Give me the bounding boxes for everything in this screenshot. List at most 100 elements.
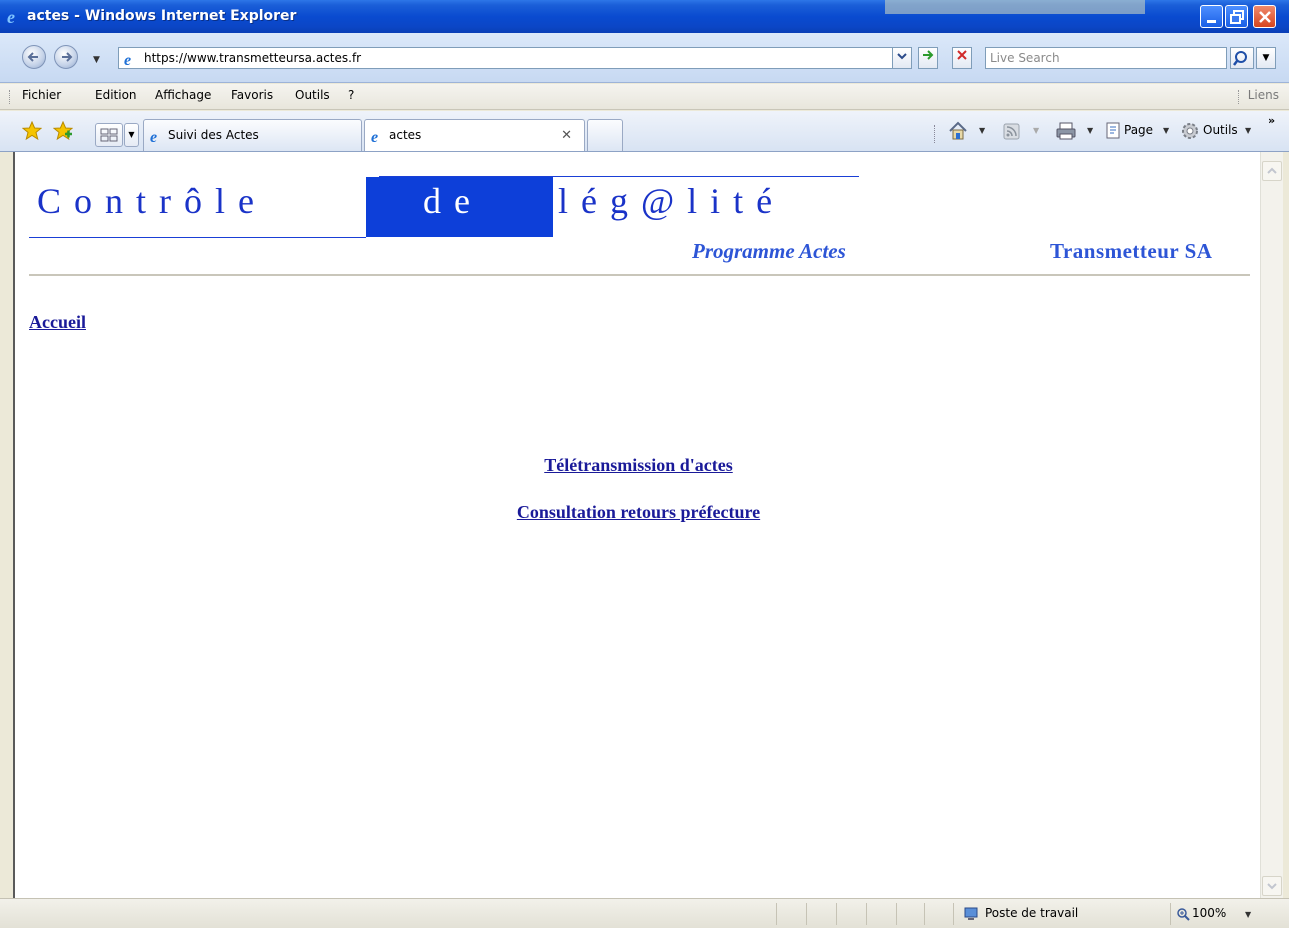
security-zone-label: Poste de travail (985, 906, 1079, 920)
status-separator (1170, 903, 1171, 925)
tab-bar: ▼ e Suivi des Actes e actes ✕ ▼ ▼ ▼ Page… (0, 111, 1289, 152)
stop-button[interactable] (952, 47, 972, 69)
menu-affichage[interactable]: Affichage (155, 88, 211, 102)
tools-menu-button[interactable]: Outils (1203, 123, 1238, 137)
chevron-down-icon (897, 53, 907, 60)
quick-tabs-icon (100, 128, 118, 142)
company-name: Transmetteur SA (1050, 239, 1213, 263)
chevron-down-icon (1267, 883, 1277, 890)
status-separator (866, 903, 867, 925)
search-options-dropdown[interactable]: ▼ (1256, 47, 1276, 69)
search-input[interactable]: Live Search (985, 47, 1227, 69)
status-separator (953, 903, 954, 925)
command-grip (934, 125, 935, 143)
tab-suivi-des-actes[interactable]: e Suivi des Actes (143, 119, 362, 151)
add-favorite-icon[interactable] (53, 121, 73, 141)
svg-text:e: e (124, 52, 131, 67)
menu-edition[interactable]: Edition (95, 88, 137, 102)
status-separator (806, 903, 807, 925)
consultation-link[interactable]: Consultation retours préfecture (517, 502, 760, 522)
banner-line (29, 237, 366, 238)
home-icon[interactable] (947, 120, 969, 142)
tools-dropdown[interactable]: ▼ (1245, 126, 1251, 135)
links-grip (1238, 90, 1240, 104)
page-content: Contrôle de lég@lité Programme Actes Tra… (13, 152, 1260, 898)
tab-actes[interactable]: e actes ✕ (364, 119, 585, 151)
computer-zone-icon (964, 907, 978, 920)
program-name: Programme Actes (692, 239, 846, 263)
scroll-down-button[interactable] (1262, 876, 1282, 896)
svg-text:e: e (371, 129, 378, 144)
menu-fichier[interactable]: Fichier (22, 88, 61, 102)
ie-logo-icon: e (6, 7, 24, 30)
go-button[interactable] (918, 47, 938, 69)
stop-icon (957, 50, 967, 60)
header-divider (29, 274, 1250, 276)
home-dropdown[interactable]: ▼ (979, 126, 985, 135)
status-separator (924, 903, 925, 925)
menu-grip (9, 90, 11, 104)
address-toolbar: ▼ e https://www.transmetteursa.actes.fr … (0, 33, 1289, 83)
window-frame (1283, 152, 1289, 898)
tab-label: actes (389, 128, 422, 142)
new-tab-button[interactable] (587, 119, 623, 151)
address-field[interactable]: e https://www.transmetteursa.actes.fr (118, 47, 910, 69)
go-arrow-icon (923, 50, 934, 60)
consultation-link-row: Consultation retours préfecture (15, 502, 1262, 523)
scroll-up-button[interactable] (1262, 161, 1282, 181)
page-ie-icon: e (123, 51, 139, 71)
home-link[interactable]: Accueil (29, 312, 86, 333)
tab-ie-icon: e (370, 128, 386, 147)
zoom-dropdown[interactable]: ▼ (1245, 910, 1251, 919)
menu-favoris[interactable]: Favoris (231, 88, 273, 102)
status-separator (896, 903, 897, 925)
url-text[interactable]: https://www.transmetteursa.actes.fr (144, 51, 361, 65)
status-separator (776, 903, 777, 925)
menu-bar: Fichier Edition Affichage Favoris Outils… (0, 84, 1289, 110)
zoom-icon (1177, 908, 1190, 921)
tab-label: Suivi des Actes (168, 128, 259, 142)
zoom-level-button[interactable]: 100% (1192, 906, 1226, 920)
vertical-scrollbar[interactable] (1260, 152, 1283, 898)
tab-list-dropdown[interactable]: ▼ (124, 123, 139, 147)
forward-arrow-icon (62, 52, 73, 62)
background-strip (885, 0, 1145, 14)
status-separator (836, 903, 837, 925)
banner-word-legalite: lég@lité (558, 181, 786, 221)
search-icon (1233, 51, 1247, 66)
minimize-button[interactable] (1200, 5, 1223, 28)
chevron-up-icon (1267, 167, 1277, 174)
favorites-star-icon[interactable] (22, 121, 42, 141)
window-title: actes - Windows Internet Explorer (27, 8, 297, 24)
print-icon[interactable] (1055, 121, 1077, 141)
history-dropdown-icon[interactable]: ▼ (93, 55, 100, 65)
page-icon (1106, 122, 1120, 139)
address-dropdown-button[interactable] (892, 47, 912, 69)
back-arrow-icon (27, 52, 38, 62)
search-button[interactable] (1230, 47, 1254, 69)
close-tab-icon[interactable]: ✕ (561, 128, 572, 143)
feeds-dropdown[interactable]: ▼ (1033, 126, 1039, 135)
close-window-button[interactable] (1253, 5, 1276, 28)
svg-text:e: e (150, 129, 157, 144)
gear-icon (1182, 123, 1198, 139)
toolbar-overflow-chevron-icon[interactable]: » (1268, 114, 1275, 127)
tab-ie-icon: e (149, 128, 165, 147)
links-toolbar-label[interactable]: Liens (1248, 88, 1279, 102)
forward-button[interactable] (54, 45, 78, 69)
svg-text:e: e (7, 8, 15, 26)
banner-word-controle: Contrôle (37, 181, 267, 221)
page-menu-button[interactable]: Page (1124, 123, 1153, 137)
menu-outils[interactable]: Outils (295, 88, 330, 102)
teletransmission-link-row: Télétransmission d'actes (15, 455, 1262, 476)
status-bar: Poste de travail 100% ▼ (0, 898, 1289, 928)
back-button[interactable] (22, 45, 46, 69)
quick-tabs-button[interactable] (95, 123, 123, 147)
menu-help[interactable]: ? (348, 88, 354, 102)
feeds-icon[interactable] (1003, 123, 1021, 141)
restore-button[interactable] (1225, 5, 1248, 28)
print-dropdown[interactable]: ▼ (1087, 126, 1093, 135)
teletransmission-link[interactable]: Télétransmission d'actes (544, 455, 733, 475)
page-dropdown[interactable]: ▼ (1163, 126, 1169, 135)
banner-word-de: de (423, 181, 483, 221)
